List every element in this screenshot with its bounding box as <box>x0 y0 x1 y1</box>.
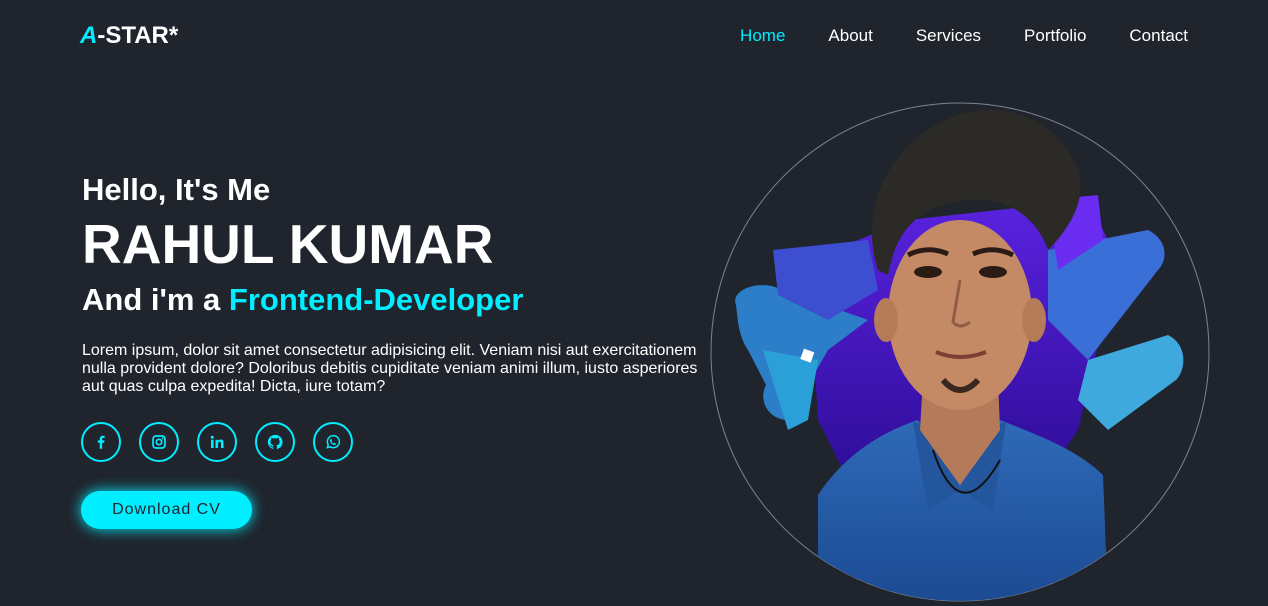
nav-link-contact[interactable]: Contact <box>1129 26 1188 46</box>
nav-link-about[interactable]: About <box>828 26 872 46</box>
hero-role: And i'm a Frontend-Developer <box>82 280 712 320</box>
instagram-icon <box>152 435 166 449</box>
nav-link-services[interactable]: Services <box>916 26 981 46</box>
hero-description: Lorem ipsum, dolor sit amet consectetur … <box>82 342 698 395</box>
portfolio-page: A -STAR* Home About Services Portfolio Co… <box>0 0 1268 606</box>
logo-mark: A <box>80 22 98 49</box>
instagram-link[interactable] <box>139 422 179 462</box>
profile-illustration <box>710 102 1210 602</box>
whatsapp-link[interactable] <box>313 422 353 462</box>
hero-role-title: Frontend-Developer <box>228 282 524 317</box>
linkedin-icon <box>210 435 224 448</box>
logo[interactable]: A -STAR* <box>80 22 178 50</box>
nav-link-portfolio[interactable]: Portfolio <box>1024 26 1086 46</box>
profile-image <box>708 100 1212 604</box>
hero-greeting: Hello, It's Me <box>82 172 271 207</box>
hero-role-prefix: And i'm a <box>82 282 229 317</box>
whatsapp-icon <box>326 434 341 449</box>
profile-eye-right <box>979 266 1007 278</box>
logo-text: -STAR* <box>97 22 179 49</box>
profile-eye-left <box>914 266 942 278</box>
profile-ear-left <box>874 298 898 342</box>
facebook-icon <box>97 435 105 449</box>
github-link[interactable] <box>255 422 295 462</box>
profile-ear-right <box>1022 298 1046 342</box>
main-nav: Home About Services Portfolio Contact <box>697 26 1188 46</box>
facebook-link[interactable] <box>81 422 121 462</box>
hero-content: Hello, It's Me RAHUL KUMAR And i'm a Fro… <box>82 170 712 396</box>
download-cv-button[interactable]: Download CV <box>81 491 252 529</box>
nav-link-home[interactable]: Home <box>740 26 785 46</box>
site-header: A -STAR* Home About Services Portfolio Co… <box>0 0 1268 72</box>
github-icon <box>267 434 283 449</box>
hero-name: RAHUL KUMAR <box>82 213 494 275</box>
profile-face <box>888 220 1032 410</box>
social-links <box>81 422 371 462</box>
linkedin-link[interactable] <box>197 422 237 462</box>
